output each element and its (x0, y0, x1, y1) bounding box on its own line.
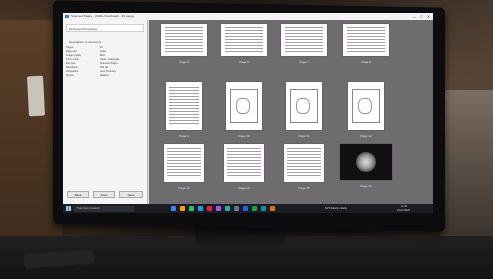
scan-button[interactable]: Scan (93, 191, 115, 198)
thumbnail-content (352, 89, 380, 123)
page-label: Page 15 (298, 186, 310, 190)
clock-date[interactable]: 10/17/2023 (397, 209, 410, 213)
page-label: Page 11 (298, 134, 310, 138)
property-value: 300 dpi (100, 66, 109, 69)
page-label: Page 7 (299, 60, 309, 64)
thumbnail-content (287, 147, 321, 179)
app-icon (65, 15, 69, 18)
back-button[interactable]: Back (67, 191, 89, 198)
taskbar-app-icon[interactable] (180, 206, 185, 211)
property-value: Auto (Portrait) (100, 70, 116, 73)
page-label: Page 9 (179, 134, 189, 138)
page-thumbnail[interactable] (343, 24, 389, 56)
maximize-button[interactable]: □ (419, 14, 424, 19)
thumbnail-content (346, 27, 386, 53)
page-thumbnail[interactable] (286, 82, 322, 130)
monitor-stand (195, 226, 285, 246)
property-value: Best (100, 54, 106, 57)
properties-panel: Document Properties Description of docum… (63, 20, 148, 204)
page-thumbnail[interactable] (340, 144, 392, 180)
property-row: Source Flatbed (66, 74, 144, 78)
page-thumbnail[interactable] (164, 144, 204, 182)
taskbar-app-icon[interactable] (243, 206, 248, 211)
property-value: Scanned Pages (100, 62, 118, 65)
page-label: Page 8 (361, 60, 371, 64)
property-value: Letter (100, 50, 107, 53)
page-thumbnail[interactable] (161, 24, 207, 56)
page-label: Page 10 (238, 134, 250, 138)
page-thumbnail[interactable] (221, 24, 267, 56)
thumbnail-content (355, 151, 377, 173)
monitor-screen: Scanned Pages - Visible thumbnails - 16 … (63, 13, 433, 213)
thumbnail-grid: Page 5 Page 6 Page 7 Page 8 Page 9 Page 10 Pag… (149, 20, 433, 204)
thumbnail-content (224, 27, 264, 53)
property-value: Flatbed (100, 74, 109, 77)
taskbar-app-icon[interactable] (252, 206, 257, 211)
windows-start-icon[interactable] (66, 206, 71, 211)
thumbnail-content (284, 27, 324, 53)
page-thumbnail[interactable] (224, 144, 264, 182)
taskbar-app-icon[interactable] (261, 206, 266, 211)
taskbar-app-icon[interactable] (189, 206, 194, 211)
page-label: Page 16 (360, 184, 372, 188)
thumbnail-content (230, 89, 258, 123)
section-label: Description of document (69, 40, 102, 44)
panel-header: Document Properties (66, 24, 144, 32)
taskbar-app-icon[interactable] (225, 206, 230, 211)
thumbnail-content (290, 89, 318, 123)
page-label: Page 14 (238, 186, 250, 190)
page-thumbnail[interactable] (348, 82, 384, 130)
weather-widget[interactable]: 63°F Mostly cloudy (325, 207, 347, 211)
page-thumbnail[interactable] (166, 82, 202, 130)
taskbar-app-icon[interactable] (198, 206, 203, 211)
close-button[interactable]: ✕ (426, 14, 431, 19)
thumbnail-content (227, 147, 261, 179)
taskbar-app-icon[interactable] (270, 206, 275, 211)
thumbnail-content (164, 27, 204, 53)
page-thumbnail[interactable] (226, 82, 262, 130)
page-label: Page 6 (239, 60, 249, 64)
page-label: Page 5 (179, 60, 189, 64)
taskbar-app-icon[interactable] (171, 206, 176, 211)
save-button[interactable]: Save (119, 191, 143, 198)
window-title: Scanned Pages - Visible thumbnails - 16 … (71, 14, 134, 18)
property-value: 16 (100, 46, 103, 49)
page-thumbnail[interactable] (281, 24, 327, 56)
page-label: Page 13 (178, 186, 190, 190)
taskbar-app-icon[interactable] (234, 206, 239, 211)
taskbar-app-icon[interactable] (207, 206, 212, 211)
taskbar: Type here to search 63°F Mostly cloudy 1… (63, 204, 433, 213)
property-value: Color / Grayscale (100, 58, 120, 61)
properties-list: Pages 16 Page size Letter Image quality Best C… (66, 46, 144, 78)
thumbnail-content (167, 147, 201, 179)
minimize-button[interactable]: — (412, 14, 417, 19)
page-thumbnail[interactable] (284, 144, 324, 182)
page-label: Page 12 (360, 134, 372, 138)
property-key: Source (66, 74, 74, 77)
window-titlebar: Scanned Pages - Visible thumbnails - 16 … (63, 13, 433, 20)
taskbar-search[interactable]: Type here to search (74, 205, 134, 212)
thumbnail-content (168, 86, 200, 126)
paper-note (26, 75, 46, 117)
taskbar-app-icon[interactable] (216, 206, 221, 211)
background-object (440, 90, 493, 240)
